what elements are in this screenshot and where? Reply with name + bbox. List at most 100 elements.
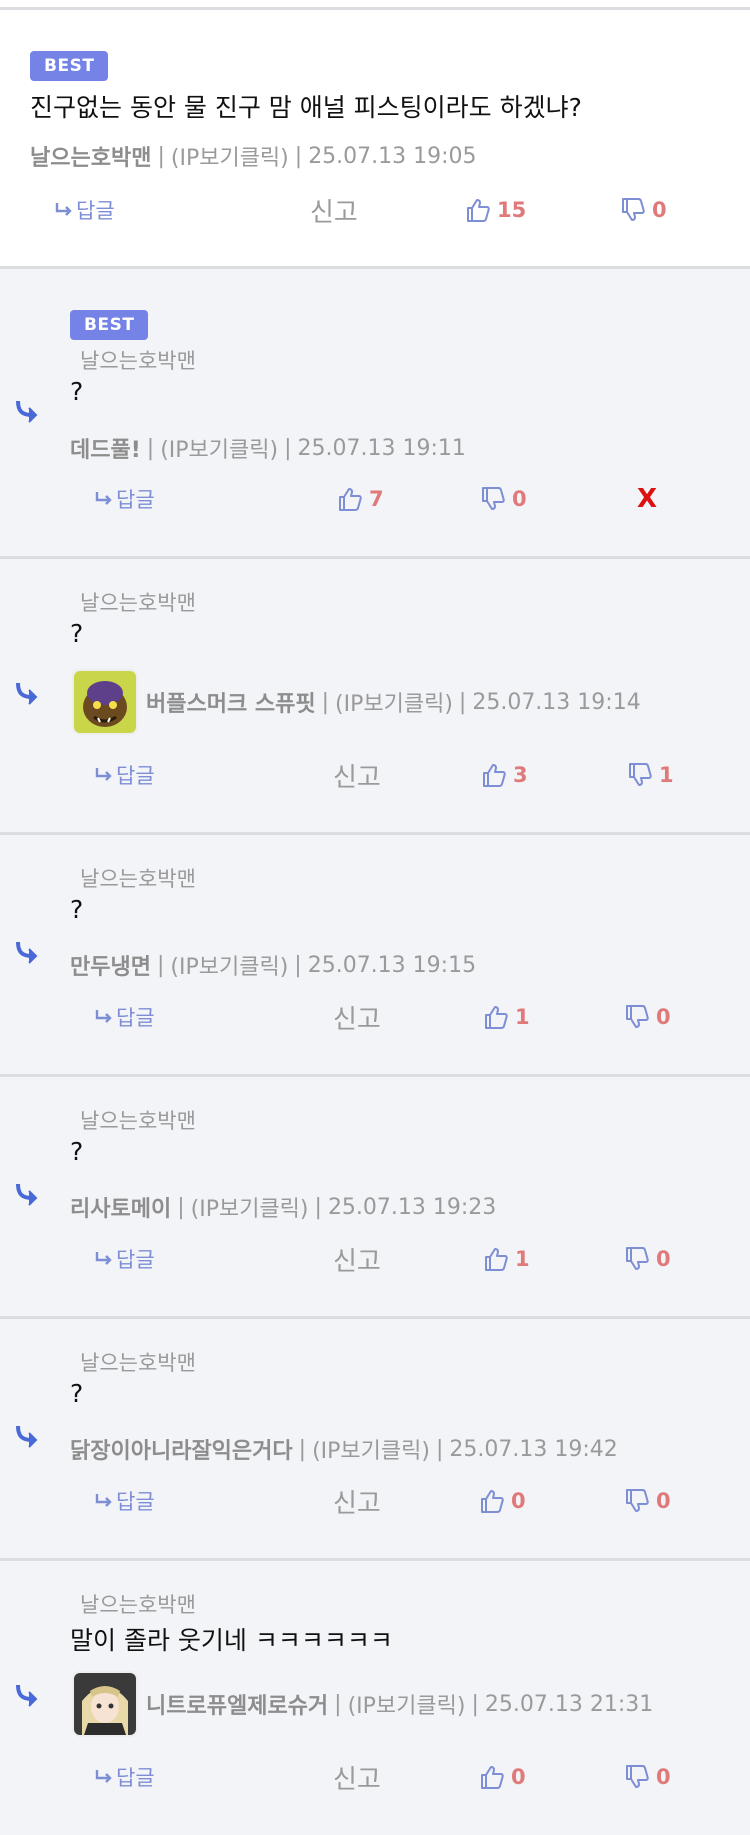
separator: | [294, 143, 303, 169]
reply-indent-arrow-icon [16, 941, 38, 964]
reply-button[interactable]: 답글 [94, 755, 155, 795]
reply-button[interactable]: 답글 [54, 190, 115, 230]
ip-view-link[interactable]: (IP보기클릭) [170, 949, 288, 981]
like-button[interactable]: 1 [483, 1239, 530, 1279]
separator: | [177, 1194, 185, 1220]
like-count: 3 [513, 763, 528, 787]
author-nickname[interactable]: 버플스머크 스퓨핏 [146, 686, 316, 718]
author-nickname[interactable]: 날으는호박맨 [30, 140, 151, 172]
thumbs-up-icon [481, 1490, 504, 1513]
comment-meta: 만두냉면 | (IP보기클릭) | 25.07.13 19:15 [70, 949, 476, 981]
comment-actions: 답글 7 0 X [0, 479, 750, 519]
dislike-button[interactable]: 0 [480, 479, 527, 519]
ip-view-link[interactable]: (IP보기클릭) [171, 140, 289, 172]
reply-button[interactable]: 답글 [94, 479, 155, 519]
ip-view-link[interactable]: (IP보기클릭) [312, 1433, 430, 1465]
reply-indent-arrow-icon [16, 1183, 38, 1206]
reply-label: 답글 [116, 764, 155, 788]
dislike-count: 0 [656, 1489, 671, 1513]
ip-view-link[interactable]: (IP보기클릭) [348, 1688, 466, 1720]
dislike-button[interactable]: 0 [624, 1481, 671, 1521]
reply-button[interactable]: 답글 [94, 997, 155, 1037]
thumbs-up-icon [467, 199, 490, 222]
like-button[interactable]: 1 [483, 997, 530, 1037]
author-nickname[interactable]: 리사토메이 [70, 1191, 171, 1223]
comment-actions: 답글 신고 1 0 [0, 997, 750, 1037]
comment-date: 25.07.13 19:15 [307, 952, 477, 978]
separator: | [435, 1436, 444, 1462]
like-count: 0 [511, 1489, 526, 1513]
ip-view-link[interactable]: (IP보기클릭) [160, 432, 278, 464]
comment-date: 25.07.13 19:23 [327, 1194, 497, 1220]
dislike-count: 0 [656, 1765, 671, 1789]
author-nickname[interactable]: 닭장이아니라잘익은거다 [70, 1433, 293, 1465]
author-nickname[interactable]: 데드풀! [70, 432, 141, 464]
comment-date: 25.07.13 21:31 [484, 1691, 654, 1717]
comment-text: 진구없는 동안 물 진구 맘 애널 피스팅이라도 하겠냐? [30, 93, 582, 122]
like-button[interactable]: 15 [465, 190, 526, 230]
dislike-button[interactable]: 0 [624, 997, 671, 1037]
delete-label: X [637, 484, 658, 514]
report-label: 신고 [333, 1246, 381, 1277]
reply-button[interactable]: 답글 [94, 1757, 155, 1797]
separator: | [298, 1436, 307, 1462]
author-nickname[interactable]: 니트로퓨엘제로슈거 [146, 1688, 328, 1720]
delete-button[interactable]: X [637, 479, 657, 519]
like-count: 0 [511, 1765, 526, 1789]
comment-text: ? [70, 619, 84, 648]
thumbs-down-icon [626, 1005, 649, 1028]
like-button[interactable]: 3 [481, 755, 528, 795]
best-badge: BEST [30, 51, 109, 81]
dislike-count: 0 [652, 198, 667, 222]
report-button[interactable]: 신고 [333, 997, 381, 1037]
comment-text: ? [70, 377, 84, 406]
reply-comment-item: BEST 날으는호박맨 ? 데드풀! | (IP보기클릭) | 25.07.13… [0, 269, 750, 559]
reply-label: 답글 [116, 1006, 155, 1030]
reply-indent-arrow-icon [16, 400, 38, 423]
reply-button[interactable]: 답글 [94, 1481, 155, 1521]
report-label: 신고 [333, 762, 381, 793]
report-button[interactable]: 신고 [333, 1239, 381, 1279]
thumbs-down-icon [626, 1765, 649, 1788]
reply-arrow-icon [95, 768, 112, 781]
goblin-avatar[interactable] [74, 671, 136, 733]
author-nickname[interactable]: 만두냉면 [70, 949, 151, 981]
reply-label: 답글 [76, 199, 115, 223]
comment-meta: 니트로퓨엘제로슈거 | (IP보기클릭) | 25.07.13 21:31 [74, 1673, 653, 1735]
parent-nickname: 날으는호박맨 [80, 591, 196, 615]
report-button[interactable]: 신고 [310, 190, 358, 230]
like-button[interactable]: 0 [479, 1481, 526, 1521]
comment-date: 25.07.13 19:42 [449, 1436, 618, 1462]
separator: | [321, 689, 330, 715]
report-label: 신고 [333, 1764, 381, 1795]
like-button[interactable]: 0 [479, 1757, 526, 1797]
reply-arrow-icon [95, 492, 112, 505]
comment-date: 25.07.13 19:11 [297, 435, 466, 461]
ip-view-link[interactable]: (IP보기클릭) [335, 686, 453, 718]
dislike-button[interactable]: 0 [624, 1757, 671, 1797]
parent-nickname: 날으는호박맨 [80, 1109, 196, 1133]
separator: | [157, 143, 165, 169]
reply-label: 답글 [116, 1766, 155, 1790]
comment-text: ? [70, 1379, 84, 1408]
anime-girl-avatar[interactable] [74, 1673, 136, 1735]
reply-indent-arrow-icon [16, 682, 38, 705]
thumbs-down-icon [626, 1489, 649, 1512]
dislike-button[interactable]: 0 [620, 190, 667, 230]
report-label: 신고 [333, 1488, 381, 1519]
report-button[interactable]: 신고 [333, 1757, 381, 1797]
report-button[interactable]: 신고 [333, 1481, 381, 1521]
like-button[interactable]: 7 [337, 479, 384, 519]
dislike-button[interactable]: 1 [627, 755, 674, 795]
report-button[interactable]: 신고 [333, 755, 381, 795]
thumbs-down-icon [482, 487, 505, 510]
thumbs-down-icon [622, 198, 645, 221]
comment-meta: 버플스머크 스퓨핏 | (IP보기클릭) | 25.07.13 19:14 [74, 671, 641, 733]
reply-label: 답글 [116, 488, 155, 512]
comment-text: ? [70, 1137, 84, 1166]
reply-arrow-icon [55, 203, 72, 216]
reply-button[interactable]: 답글 [94, 1239, 155, 1279]
dislike-button[interactable]: 0 [624, 1239, 671, 1279]
top-divider [0, 0, 750, 10]
ip-view-link[interactable]: (IP보기클릭) [191, 1191, 309, 1223]
